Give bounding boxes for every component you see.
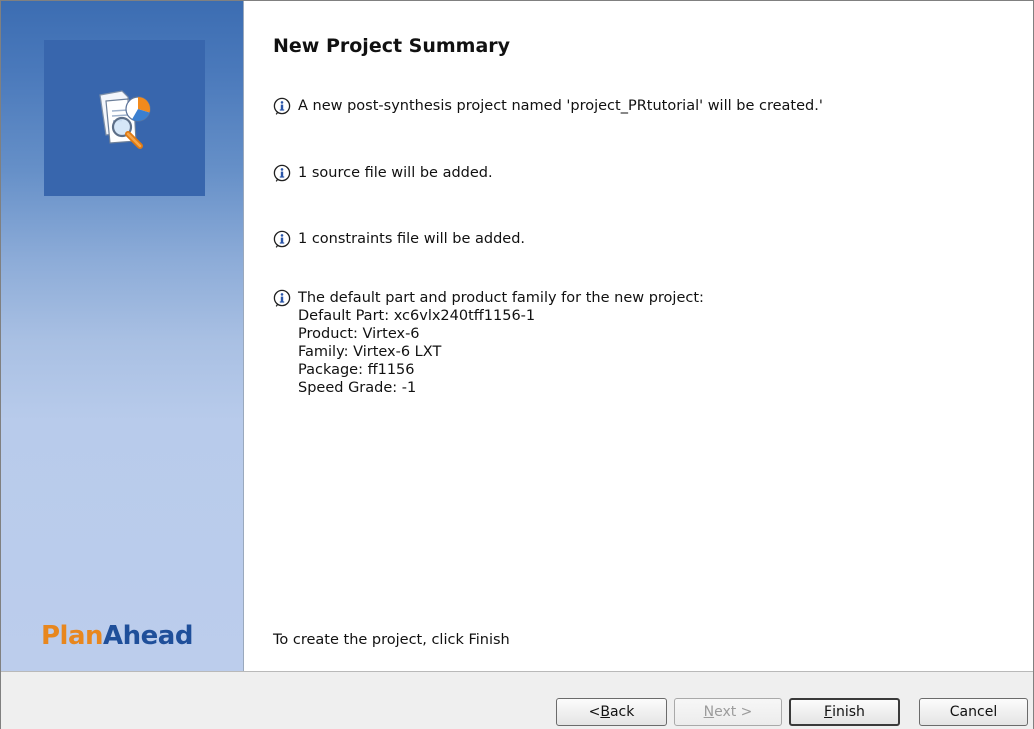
message-line: 1 constraints file will be added. bbox=[298, 231, 526, 247]
message-line: 1 source file will be added. bbox=[298, 165, 493, 181]
next-button[interactable]: Next > bbox=[674, 698, 782, 726]
wizard-sidebar: PlanAhead bbox=[1, 1, 244, 671]
back-button-prefix: < bbox=[588, 704, 601, 720]
cancel-button-label: Cancel bbox=[949, 704, 998, 720]
info-icon bbox=[273, 164, 291, 182]
finish-instruction: To create the project, click Finish bbox=[273, 632, 510, 648]
wizard-content: New Project Summary A new post-synthesis… bbox=[244, 1, 1033, 671]
info-icon bbox=[273, 230, 291, 248]
new-project-wizard-dialog: PlanAhead New Project Summary A new post… bbox=[0, 0, 1034, 729]
message-line: The default part and product family for … bbox=[298, 290, 704, 306]
default-part-line: Default Part: xc6vlx240tff1156-1 bbox=[298, 308, 536, 324]
summary-message-constraints: 1 constraints file will be added. bbox=[273, 230, 525, 248]
back-button-label: ack bbox=[609, 704, 635, 720]
family-line: Family: Virtex-6 LXT bbox=[298, 344, 442, 360]
page-title: New Project Summary bbox=[273, 35, 511, 57]
finish-button[interactable]: Finish bbox=[789, 698, 900, 726]
product-line: Product: Virtex-6 bbox=[298, 326, 420, 342]
wizard-button-bar: < Back Next > Finish Cancel bbox=[1, 671, 1033, 729]
package-line: Package: ff1156 bbox=[298, 362, 415, 378]
info-icon bbox=[273, 97, 291, 115]
back-button[interactable]: < Back bbox=[556, 698, 667, 726]
back-button-mnemonic: B bbox=[600, 704, 610, 720]
message-line: A new post-synthesis project named 'proj… bbox=[298, 98, 823, 114]
summary-message-project: A new post-synthesis project named 'proj… bbox=[273, 97, 823, 115]
next-button-label: ext > bbox=[714, 704, 753, 720]
brand-plan-text: Plan bbox=[41, 621, 104, 651]
project-summary-magnifier-icon bbox=[98, 90, 151, 149]
brand-ahead-text: Ahead bbox=[103, 621, 193, 651]
info-icon bbox=[273, 289, 291, 307]
next-button-mnemonic: N bbox=[703, 704, 715, 720]
speed-grade-line: Speed Grade: -1 bbox=[298, 380, 417, 396]
summary-message-part: The default part and product family for … bbox=[273, 289, 704, 397]
planahead-brand-logo: PlanAhead bbox=[41, 621, 193, 651]
finish-button-mnemonic: F bbox=[824, 704, 833, 720]
summary-message-sources: 1 source file will be added. bbox=[273, 164, 493, 182]
cancel-button[interactable]: Cancel bbox=[919, 698, 1028, 726]
wizard-logo-panel bbox=[44, 40, 205, 196]
finish-button-label: inish bbox=[832, 704, 865, 720]
